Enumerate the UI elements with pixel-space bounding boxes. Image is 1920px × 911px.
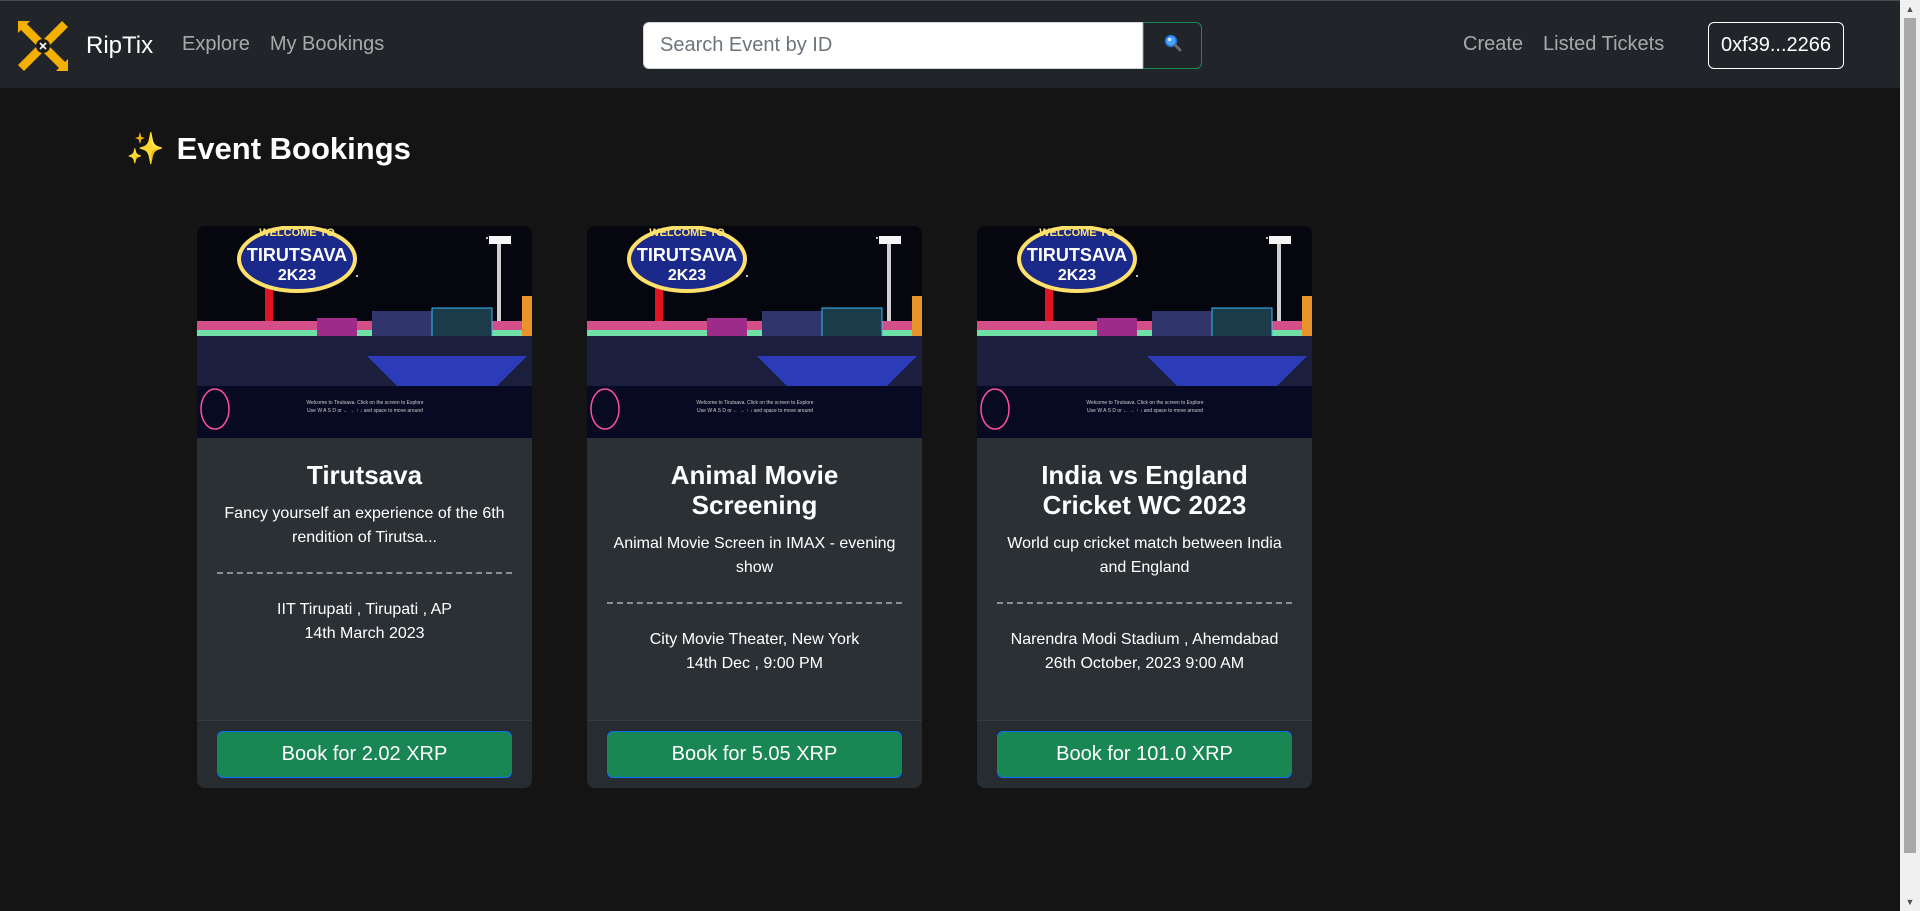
event-description: Fancy yourself an experience of the 6th … bbox=[224, 505, 505, 546]
scroll-up-arrow-icon[interactable]: ▲ bbox=[1900, 0, 1920, 18]
svg-text:TIRUTSAVA: TIRUTSAVA bbox=[1027, 245, 1127, 265]
event-card: WELCOME TO TIRUTSAVA 2K23 Welcome to Tir… bbox=[977, 226, 1312, 788]
svg-text:Use W A S D or ← → ↑ ↓ and spa: Use W A S D or ← → ↑ ↓ and space to move… bbox=[307, 408, 423, 414]
card-divider bbox=[607, 602, 902, 604]
card-divider bbox=[217, 572, 512, 574]
nav-link-explore[interactable]: Explore bbox=[182, 33, 250, 56]
search-input[interactable] bbox=[643, 22, 1143, 69]
event-card-footer: Book for 5.05 XRP bbox=[587, 720, 922, 788]
svg-text:TIRUTSAVA: TIRUTSAVA bbox=[637, 245, 737, 265]
svg-text:TIRUTSAVA: TIRUTSAVA bbox=[247, 245, 347, 265]
scroll-down-arrow-icon[interactable]: ▼ bbox=[1900, 893, 1920, 911]
scrollbar-thumb[interactable] bbox=[1904, 18, 1916, 853]
page-scrollbar[interactable]: ▲ ▼ bbox=[1900, 0, 1920, 911]
book-button[interactable]: Book for 2.02 XRP bbox=[217, 731, 512, 778]
nav-link-my-bookings[interactable]: My Bookings bbox=[270, 33, 385, 56]
search-icon bbox=[1163, 33, 1183, 58]
riptix-logo-icon bbox=[14, 17, 72, 75]
brand-name: RipTix bbox=[86, 32, 154, 59]
sparkles-icon: ✨ bbox=[126, 131, 165, 166]
brand[interactable]: RipTix bbox=[14, 17, 153, 75]
event-location: City Movie Theater, New York bbox=[649, 631, 860, 648]
nav-link-create[interactable]: Create bbox=[1463, 33, 1523, 56]
event-banner-image: WELCOME TO TIRUTSAVA 2K23 Welcome to Tir… bbox=[197, 226, 532, 438]
svg-text:2K23: 2K23 bbox=[1058, 267, 1096, 284]
book-button[interactable]: Book for 5.05 XRP bbox=[607, 731, 902, 778]
page-title: ✨ Event Bookings bbox=[126, 130, 411, 167]
event-description: Animal Movie Screen in IMAX - evening sh… bbox=[613, 535, 896, 576]
wallet-address-button[interactable]: 0xf39...2266 bbox=[1708, 22, 1844, 69]
svg-text:Welcome to Tirutsava. Click on: Welcome to Tirutsava. Click on the scree… bbox=[1086, 400, 1203, 406]
search-bar bbox=[643, 22, 1202, 69]
event-location: Narendra Modi Stadium , Ahemdabad bbox=[1010, 631, 1279, 648]
nav-right: Create Listed Tickets bbox=[1463, 33, 1664, 56]
event-date: 14th Dec , 9:00 PM bbox=[686, 655, 823, 672]
event-card: WELCOME TO TIRUTSAVA 2K23 Welcome to Tir… bbox=[197, 226, 532, 788]
svg-text:Welcome to Tirutsava. Click on: Welcome to Tirutsava. Click on the scree… bbox=[696, 400, 813, 406]
svg-text:WELCOME TO: WELCOME TO bbox=[1039, 227, 1115, 239]
event-banner-image: WELCOME TO TIRUTSAVA 2K23 Welcome to Tir… bbox=[587, 226, 922, 438]
nav-left: Explore My Bookings bbox=[182, 33, 384, 56]
search-button[interactable] bbox=[1143, 22, 1202, 69]
event-card-footer: Book for 2.02 XRP bbox=[197, 720, 532, 788]
event-card-footer: Book for 101.0 XRP bbox=[977, 720, 1312, 788]
event-banner-image: WELCOME TO TIRUTSAVA 2K23 Welcome to Tir… bbox=[977, 226, 1312, 438]
event-date: 14th March 2023 bbox=[304, 625, 425, 642]
top-navbar: RipTix Explore My Bookings Create Listed… bbox=[0, 0, 1900, 88]
page-title-text: Event Bookings bbox=[176, 130, 411, 166]
svg-text:Use W A S D or ← → ↑ ↓ and spa: Use W A S D or ← → ↑ ↓ and space to move… bbox=[1087, 408, 1203, 414]
event-card-body: India vs England Cricket WC 2023 World c… bbox=[977, 438, 1312, 676]
svg-text:WELCOME TO: WELCOME TO bbox=[649, 227, 725, 239]
event-description: World cup cricket match between India an… bbox=[1007, 535, 1282, 576]
svg-text:Welcome to Tirutsava. Click on: Welcome to Tirutsava. Click on the scree… bbox=[306, 400, 423, 406]
card-divider bbox=[997, 602, 1292, 604]
event-date: 26th October, 2023 9:00 AM bbox=[1044, 655, 1245, 672]
svg-text:2K23: 2K23 bbox=[668, 267, 706, 284]
event-card: WELCOME TO TIRUTSAVA 2K23 Welcome to Tir… bbox=[587, 226, 922, 788]
event-card-body: Animal Movie Screening Animal Movie Scre… bbox=[587, 438, 922, 676]
nav-link-listed-tickets[interactable]: Listed Tickets bbox=[1543, 33, 1664, 56]
event-title: Animal Movie Screening bbox=[670, 460, 839, 520]
book-button[interactable]: Book for 101.0 XRP bbox=[997, 731, 1292, 778]
svg-text:WELCOME TO: WELCOME TO bbox=[259, 227, 335, 239]
svg-text:Use W A S D or ← → ↑ ↓ and spa: Use W A S D or ← → ↑ ↓ and space to move… bbox=[697, 408, 813, 414]
event-location: IIT Tirupati , Tirupati , AP bbox=[277, 601, 452, 618]
event-card-body: Tirutsava Fancy yourself an experience o… bbox=[197, 438, 532, 646]
event-title: India vs England Cricket WC 2023 bbox=[1041, 460, 1248, 520]
svg-text:2K23: 2K23 bbox=[278, 267, 316, 284]
event-title: Tirutsava bbox=[306, 460, 423, 490]
